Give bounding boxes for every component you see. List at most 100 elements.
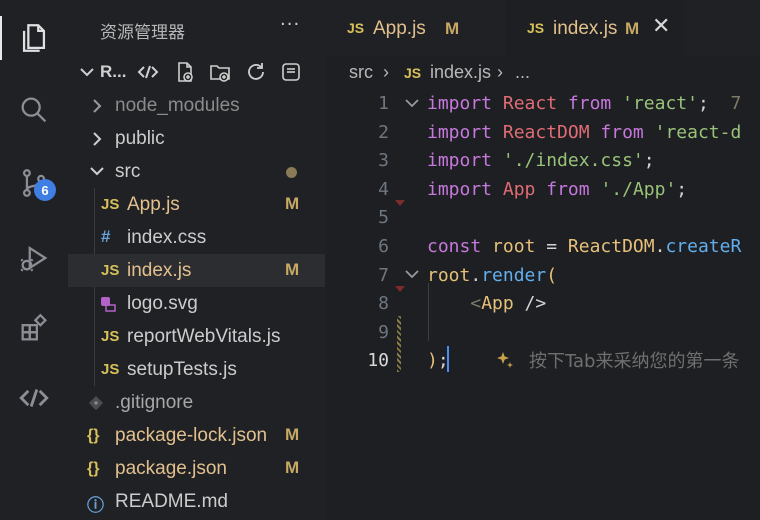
json-file-icon: {} [87, 460, 100, 477]
code-token: import [427, 178, 493, 200]
editor-tabs: JS App.js M JS index.js M ✕ [325, 0, 760, 56]
refresh-icon[interactable] [244, 60, 268, 84]
code-token: 'react' [622, 93, 698, 114]
breakpoint-hint-icon [395, 286, 405, 292]
code-line: ); [427, 350, 449, 371]
tree-item-label: index.js [127, 260, 192, 281]
json-file-icon: {} [87, 427, 100, 444]
code-token: . [654, 236, 666, 257]
code-token: root [492, 236, 536, 257]
code-token: const [427, 236, 482, 257]
new-file-icon[interactable] [173, 60, 197, 84]
tree-item-report-web-vitals[interactable]: JS reportWebVitals.js [68, 320, 325, 353]
code-token: import [427, 93, 493, 114]
info-icon: ⓘ [87, 496, 104, 515]
line-number: 1 [378, 93, 389, 114]
code-token: /> [513, 293, 547, 315]
close-icon[interactable]: ✕ [652, 14, 670, 39]
modified-status: M [285, 458, 300, 477]
tree-item-package-lock[interactable]: {} package-lock.json M [68, 419, 325, 452]
extensions-icon[interactable] [0, 300, 68, 356]
tree-item-app-js[interactable]: JS App.js M [68, 188, 325, 221]
code-token: App [502, 178, 536, 200]
search-icon[interactable] [0, 82, 68, 138]
new-folder-icon[interactable] [208, 60, 232, 84]
js-file-icon: JS [101, 196, 120, 213]
code-line: const root = ReactDOM.createR [427, 236, 741, 257]
code-token: ; [676, 178, 688, 200]
fold-chevron-icon[interactable] [403, 267, 421, 283]
workspace-root[interactable]: R... [68, 56, 325, 89]
code-token: from [567, 93, 612, 114]
modified-status: M [285, 260, 300, 279]
tree-item-src[interactable]: src [68, 155, 325, 188]
tree-item-label: reportWebVitals.js [127, 326, 281, 347]
code-token: 7 [730, 93, 742, 114]
tree-item-label: index.css [127, 227, 207, 248]
tree-item-gitignore[interactable]: .gitignore [68, 386, 325, 419]
code-editor[interactable]: 1 2 3 4 5 6 7 8 9 10 import React from 'react'; 7… [325, 90, 760, 520]
tab-label: App.js [373, 18, 426, 39]
line-number: 9 [378, 321, 389, 343]
remote-icon[interactable] [0, 370, 68, 426]
breadcrumb-more[interactable]: ... [515, 62, 530, 83]
explorer-icon[interactable] [0, 10, 68, 66]
tree-item-index-css[interactable]: # index.css [68, 221, 325, 254]
code-token: createR [665, 236, 742, 257]
code-token: import [427, 150, 493, 172]
tree-item-label: .gitignore [115, 392, 194, 413]
code-line: import ReactDOM from 'react-d [427, 122, 741, 143]
tree-item-public[interactable]: public [68, 122, 325, 155]
breakpoint-hint-icon [395, 200, 405, 206]
code-token: ; [697, 93, 731, 114]
code-line: root.render( [427, 265, 557, 286]
code-token: 'react-d [654, 121, 742, 143]
tree-item-readme[interactable]: ⓘ README.md [68, 485, 325, 518]
chevron-down-icon [90, 167, 104, 176]
code-token: . [470, 264, 482, 286]
tab-app-js[interactable]: JS App.js M [325, 0, 505, 56]
code-line: <App /> [427, 293, 546, 314]
tree-item-node-modules[interactable]: node_modules [68, 89, 325, 122]
tree-item-package-json[interactable]: {} package.json M [68, 452, 325, 485]
code-token: ) [427, 350, 438, 372]
js-file-icon: JS [101, 361, 120, 378]
tree-item-label: package-lock.json [115, 425, 268, 446]
tree-item-logo-svg[interactable]: logo.svg [68, 287, 325, 320]
svg-file-icon [101, 297, 116, 312]
chevron-down-icon [80, 68, 94, 77]
tree-item-label: package.json [115, 458, 227, 479]
breadcrumb-folder[interactable]: src [349, 62, 373, 83]
js-file-icon: JS [101, 262, 120, 279]
tree-item-index-js[interactable]: JS index.js M [68, 254, 325, 287]
tree-item-label: App.js [127, 194, 180, 215]
breadcrumb-separator: › [497, 62, 503, 82]
js-file-icon: JS [101, 328, 120, 345]
tree-item-setup-tests[interactable]: JS setupTests.js [68, 353, 325, 386]
fold-chevron-icon[interactable] [403, 96, 421, 112]
source-control-icon[interactable]: 6 [0, 155, 68, 211]
tree-item-label: src [115, 161, 141, 182]
css-file-icon: # [101, 227, 111, 246]
line-number: 6 [378, 236, 389, 257]
activity-bar: 6 [0, 0, 68, 520]
remote-icon[interactable] [136, 60, 160, 84]
tree-item-label: logo.svg [127, 293, 198, 314]
collapse-all-icon[interactable] [279, 60, 303, 84]
run-debug-icon[interactable] [0, 230, 68, 286]
chevron-right-icon [93, 99, 102, 113]
breadcrumb-file[interactable]: index.js [430, 62, 491, 83]
line-number: 4 [378, 178, 389, 200]
tab-index-js[interactable]: JS index.js M ✕ [505, 0, 684, 56]
change-marker [397, 316, 401, 372]
chevron-right-icon [93, 132, 102, 146]
line-number: 3 [378, 150, 389, 172]
more-actions-button[interactable]: ··· [280, 14, 300, 35]
